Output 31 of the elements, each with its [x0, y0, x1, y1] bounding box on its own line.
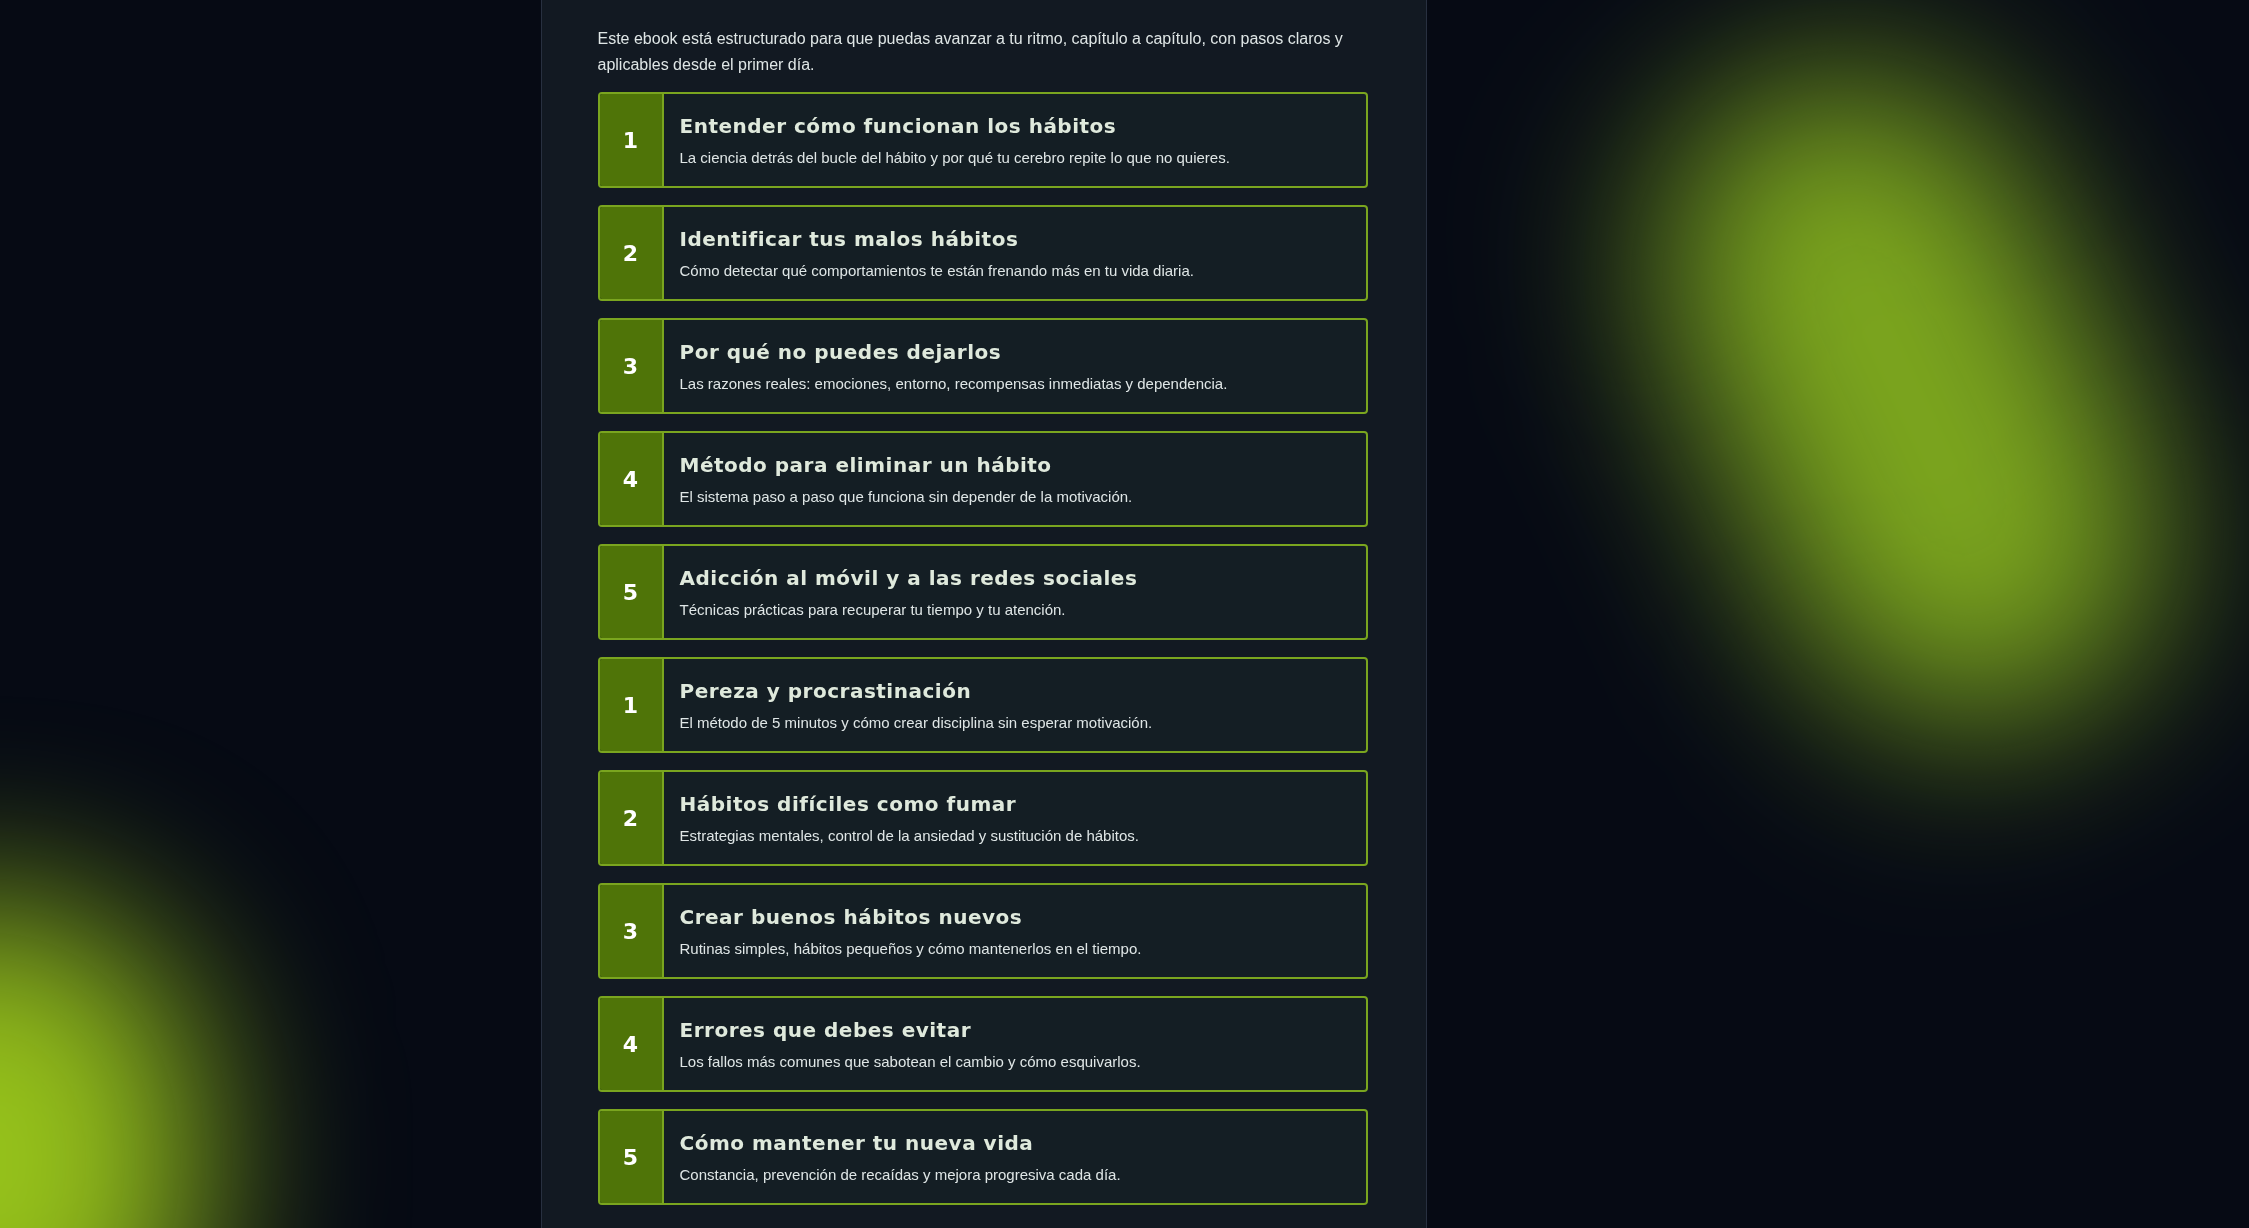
chapter-description: El método de 5 minutos y cómo crear disciplina sin esperar motivación.: [679, 712, 1153, 733]
chapter-description: Constancia, prevención de recaídas y mejora progresiva cada día.: [679, 1164, 1121, 1185]
chapter-title: Identificar tus malos hábitos: [679, 225, 1020, 253]
chapter-number: 2: [599, 772, 664, 864]
chapter-description: El sistema paso a paso que funciona sin depender de la motivación.: [679, 486, 1133, 507]
chapter-number: 2: [599, 207, 664, 299]
chapter-number: 3: [599, 885, 664, 977]
chapter-title: Errores que debes evitar: [679, 1016, 972, 1044]
chapter-number: 1: [599, 94, 664, 186]
chapter-title: Pereza y procrastinación: [679, 677, 973, 705]
chapter-number: 1: [599, 659, 664, 751]
chapter-number: 5: [599, 546, 664, 638]
intro-text: Este ebook está estructurado para que puedas avanzar a tu ritmo, capítulo a capítulo, con pasos claros y aplicables desde el primer día.: [597, 29, 1344, 75]
chapter-description: Técnicas prácticas para recuperar tu tiempo y tu atención.: [679, 599, 1067, 620]
chapter-number: 4: [599, 998, 664, 1090]
chapter-description: Los fallos más comunes que sabotean el cambio y cómo esquivarlos.: [679, 1051, 1141, 1072]
chapter-number: 5: [599, 1111, 664, 1203]
chapter-title: Adicción al móvil y a las redes sociales: [679, 564, 1138, 592]
chapter-title: Crear buenos hábitos nuevos: [679, 903, 1024, 931]
chapter-title: Entender cómo funcionan los hábitos: [679, 112, 1118, 140]
chapter-description: Rutinas simples, hábitos pequeños y cómo mantenerlos en el tiempo.: [679, 938, 1142, 959]
chapter-number: 3: [599, 320, 664, 412]
chapter-description: Estrategias mentales, control de la ansiedad y sustitución de hábitos.: [679, 825, 1139, 846]
chapter-description: Cómo detectar qué comportamientos te están frenando más en tu vida diaria.: [679, 260, 1194, 281]
chapter-title: Por qué no puedes dejarlos: [679, 338, 1003, 366]
chapter-description: La ciencia detrás del bucle del hábito y por qué tu cerebro repite lo que no quieres.: [679, 147, 1230, 168]
chapter-description: Las razones reales: emociones, entorno, recompensas inmediatas y dependencia.: [679, 373, 1228, 394]
chapter-number: 4: [599, 433, 664, 525]
chapter-title: Hábitos difíciles como fumar: [679, 790, 1018, 818]
chapter-title: Cómo mantener tu nueva vida: [679, 1129, 1035, 1157]
chapter-title: Método para eliminar un hábito: [679, 451, 1053, 479]
